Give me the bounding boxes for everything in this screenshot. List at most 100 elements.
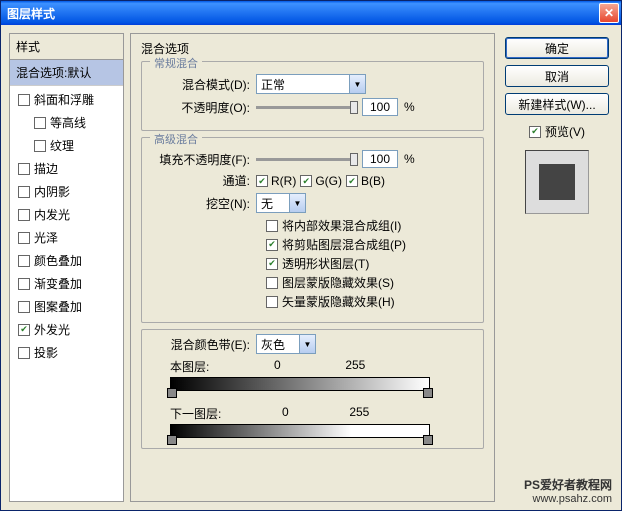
- window-title: 图层样式: [7, 5, 599, 22]
- style-checkbox[interactable]: [18, 255, 30, 267]
- cancel-button[interactable]: 取消: [505, 65, 609, 87]
- style-item[interactable]: 光泽: [10, 226, 123, 249]
- option-label: 图层蒙版隐藏效果(S): [282, 274, 394, 291]
- style-item[interactable]: 等高线: [10, 111, 123, 134]
- blending-options-default[interactable]: 混合选项:默认: [10, 60, 123, 86]
- advanced-blending-group: 高级混合 填充不透明度(F): % 通道: R(R)G(G)B(B) 挖空(N)…: [141, 137, 484, 323]
- style-checkbox[interactable]: [18, 232, 30, 244]
- style-checkbox[interactable]: [18, 209, 30, 221]
- style-item[interactable]: 投影: [10, 341, 123, 364]
- channel-checkbox[interactable]: B(B): [346, 174, 385, 188]
- fill-unit: %: [404, 152, 415, 166]
- fill-opacity-input[interactable]: [362, 150, 398, 168]
- white-thumb[interactable]: [423, 388, 433, 398]
- advanced-option[interactable]: 图层蒙版隐藏效果(S): [266, 274, 475, 291]
- preview-checkbox[interactable]: [529, 126, 541, 138]
- option-label: 将剪贴图层混合成组(P): [282, 236, 406, 253]
- black-thumb[interactable]: [167, 388, 177, 398]
- min-val: 0: [274, 358, 281, 375]
- checkbox[interactable]: [266, 277, 278, 289]
- style-checkbox[interactable]: [18, 324, 30, 336]
- blendif-value: 灰色: [261, 336, 285, 353]
- blending-options-panel: 混合选项 常规混合 混合模式(D): 正常 ▼ 不透明度(O): %: [130, 33, 495, 502]
- option-label: 矢量蒙版隐藏效果(H): [282, 293, 395, 310]
- style-item[interactable]: 图案叠加: [10, 295, 123, 318]
- checkbox[interactable]: [300, 175, 312, 187]
- channel-checkbox[interactable]: G(G): [300, 174, 342, 188]
- style-label: 颜色叠加: [34, 252, 82, 269]
- under-layer-gradient[interactable]: [170, 424, 430, 438]
- channel-label: R(R): [271, 174, 296, 188]
- close-button[interactable]: ✕: [599, 3, 619, 23]
- style-item[interactable]: 颜色叠加: [10, 249, 123, 272]
- style-checkbox[interactable]: [18, 186, 30, 198]
- preview-label: 预览(V): [545, 123, 585, 140]
- blend-mode-select[interactable]: 正常 ▼: [256, 74, 366, 94]
- ok-button[interactable]: 确定: [505, 37, 609, 59]
- close-icon: ✕: [604, 6, 614, 20]
- style-item[interactable]: 描边: [10, 157, 123, 180]
- watermark-line1: PS爱好者教程网: [524, 476, 612, 493]
- style-item[interactable]: 渐变叠加: [10, 272, 123, 295]
- general-blending-group: 常规混合 混合模式(D): 正常 ▼ 不透明度(O): %: [141, 61, 484, 131]
- style-item[interactable]: 斜面和浮雕: [10, 88, 123, 111]
- channel-label: B(B): [361, 174, 385, 188]
- style-item[interactable]: 纹理: [10, 134, 123, 157]
- chevron-down-icon: ▼: [299, 335, 315, 353]
- opacity-input[interactable]: [362, 98, 398, 116]
- option-label: 将内部效果混合成组(I): [282, 217, 401, 234]
- style-item[interactable]: 内发光: [10, 203, 123, 226]
- style-list-header: 样式: [10, 34, 123, 60]
- style-checkbox[interactable]: [34, 117, 46, 129]
- max-val: 255: [345, 358, 365, 375]
- channel-label: G(G): [315, 174, 342, 188]
- checkbox[interactable]: [266, 296, 278, 308]
- blendif-select[interactable]: 灰色 ▼: [256, 334, 316, 354]
- checkbox[interactable]: [266, 220, 278, 232]
- checkbox[interactable]: [256, 175, 268, 187]
- black-thumb[interactable]: [167, 435, 177, 445]
- advanced-option[interactable]: 透明形状图层(T): [266, 255, 475, 272]
- style-checkbox[interactable]: [18, 301, 30, 313]
- channel-label: 通道:: [150, 172, 250, 189]
- checkbox[interactable]: [266, 239, 278, 251]
- advanced-option[interactable]: 将剪贴图层混合成组(P): [266, 236, 475, 253]
- preview-swatch: [539, 164, 575, 200]
- opacity-slider[interactable]: [256, 106, 356, 109]
- style-label: 光泽: [34, 229, 58, 246]
- style-list-panel: 样式 混合选项:默认 斜面和浮雕等高线纹理描边内阴影内发光光泽颜色叠加渐变叠加图…: [9, 33, 124, 502]
- style-item[interactable]: 外发光: [10, 318, 123, 341]
- blendif-label: 混合颜色带(E):: [150, 336, 250, 353]
- style-checkbox[interactable]: [18, 94, 30, 106]
- style-label: 等高线: [50, 114, 86, 131]
- fill-opacity-slider[interactable]: [256, 158, 356, 161]
- blend-mode-label: 混合模式(D):: [150, 76, 250, 93]
- min-val2: 0: [282, 405, 289, 422]
- dialog-content: 样式 混合选项:默认 斜面和浮雕等高线纹理描边内阴影内发光光泽颜色叠加渐变叠加图…: [1, 25, 621, 510]
- style-label: 纹理: [50, 137, 74, 154]
- white-thumb[interactable]: [423, 435, 433, 445]
- preview-checkbox-row[interactable]: 预览(V): [529, 123, 585, 140]
- style-checkbox[interactable]: [18, 347, 30, 359]
- slider-thumb[interactable]: [350, 153, 358, 166]
- knockout-label: 挖空(N):: [150, 195, 250, 212]
- style-checkbox[interactable]: [18, 278, 30, 290]
- new-style-button[interactable]: 新建样式(W)...: [505, 93, 609, 115]
- knockout-select[interactable]: 无 ▼: [256, 193, 306, 213]
- titlebar[interactable]: 图层样式 ✕: [1, 1, 621, 25]
- knockout-value: 无: [261, 195, 273, 212]
- style-item[interactable]: 内阴影: [10, 180, 123, 203]
- style-label: 投影: [34, 344, 58, 361]
- slider-thumb[interactable]: [350, 101, 358, 114]
- under-layer-label: 下一图层:: [170, 405, 221, 422]
- style-checkbox[interactable]: [18, 163, 30, 175]
- style-checkbox[interactable]: [34, 140, 46, 152]
- advanced-option[interactable]: 矢量蒙版隐藏效果(H): [266, 293, 475, 310]
- advanced-group-label: 高级混合: [150, 131, 202, 147]
- checkbox[interactable]: [266, 258, 278, 270]
- checkbox[interactable]: [346, 175, 358, 187]
- advanced-options: 将内部效果混合成组(I) 将剪贴图层混合成组(P) 透明形状图层(T) 图层蒙版隐藏效…: [150, 217, 475, 310]
- channel-checkbox[interactable]: R(R): [256, 174, 296, 188]
- advanced-option[interactable]: 将内部效果混合成组(I): [266, 217, 475, 234]
- this-layer-gradient[interactable]: [170, 377, 430, 391]
